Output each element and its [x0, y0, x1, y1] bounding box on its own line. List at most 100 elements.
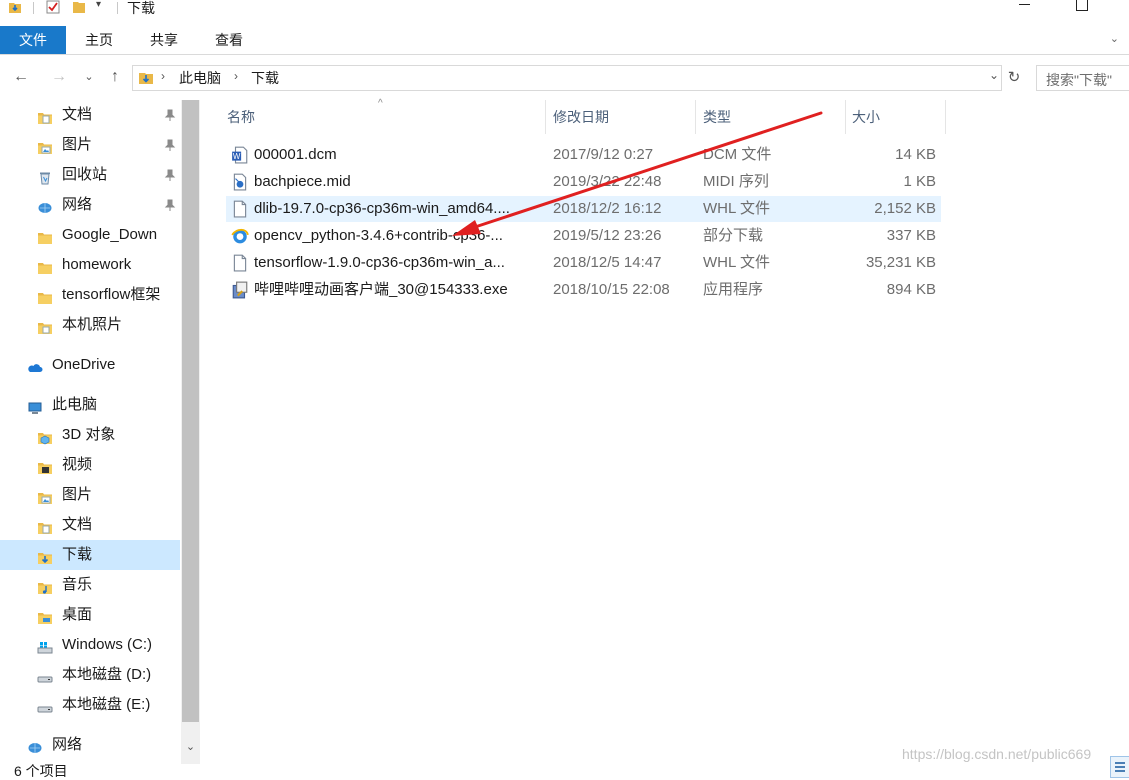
search-placeholder: 搜索"下载"	[1046, 72, 1112, 88]
column-header-size[interactable]: 大小	[852, 100, 880, 134]
new-folder-icon[interactable]	[72, 0, 86, 14]
column-divider[interactable]	[945, 100, 946, 134]
maximize-icon	[1076, 0, 1088, 11]
photos-folder-icon	[37, 317, 52, 334]
sidebar-item[interactable]: 桌面	[0, 600, 180, 630]
tab-home[interactable]: 主页	[70, 26, 128, 54]
sidebar-item[interactable]: 3D 对象	[0, 420, 180, 450]
file-name: dlib-19.7.0-cp36-cp36m-win_amd64....	[254, 200, 510, 217]
pin-icon[interactable]	[164, 190, 176, 220]
file-row[interactable]: bachpiece.mid 2019/3/22 22:48 MIDI 序列 1 KB	[226, 169, 941, 195]
recent-locations-button[interactable]: ⌄	[80, 66, 98, 88]
file-name: bachpiece.mid	[254, 173, 351, 190]
navigation-pane: 文档 图片 回收站 网络 Google_Down homework tensorflow框架…	[0, 100, 200, 764]
sidebar-item[interactable]: Google_Down	[0, 220, 180, 250]
file-name: 哔哩哔哩动画客户端_30@154333.exe	[254, 281, 508, 298]
column-header-type[interactable]: 类型	[703, 100, 731, 134]
sidebar-item[interactable]: 音乐	[0, 570, 180, 600]
pin-icon[interactable]	[164, 100, 176, 130]
breadcrumb-chevron-icon: ›	[161, 69, 165, 83]
sidebar-item[interactable]: 文档	[0, 510, 180, 540]
title-bar: ▾ 下载	[0, 0, 1129, 20]
details-view-icon	[1115, 762, 1125, 764]
sidebar-item[interactable]: Windows (C:)	[0, 630, 180, 660]
sidebar-item[interactable]: 视频	[0, 450, 180, 480]
sidebar-item[interactable]: 回收站	[0, 160, 180, 190]
sidebar-item-label: 图片	[62, 136, 93, 153]
file-row[interactable]: tensorflow-1.9.0-cp36-cp36m-win_a... 2018…	[226, 250, 941, 276]
properties-check-icon[interactable]	[46, 0, 60, 14]
column-header-date[interactable]: 修改日期	[553, 100, 609, 134]
this-pc-icon	[27, 397, 42, 414]
file-row[interactable]: dlib-19.7.0-cp36-cp36m-win_amd64.... 2018…	[226, 196, 941, 222]
breadcrumb-this-pc[interactable]: 此电脑	[179, 68, 221, 88]
toolbar-separator	[33, 2, 34, 14]
tab-share[interactable]: 共享	[136, 26, 192, 54]
downloads-folder-icon[interactable]	[8, 0, 22, 14]
file-size: 337 KB	[886, 227, 936, 244]
column-divider[interactable]	[545, 100, 546, 134]
pin-icon[interactable]	[164, 160, 176, 190]
column-divider[interactable]	[695, 100, 696, 134]
file-modified-date: 2018/10/15 22:08	[553, 281, 670, 298]
tab-view[interactable]: 查看	[200, 26, 258, 54]
sidebar-item[interactable]: homework	[0, 250, 180, 280]
minimize-icon	[1019, 4, 1030, 5]
up-button[interactable]: ↑	[104, 66, 126, 88]
sidebar-item[interactable]: 图片	[0, 130, 180, 160]
tab-file[interactable]: 文件	[0, 26, 66, 54]
file-row[interactable]: opencv_python-3.4.6+contrib-cp36-... 2019…	[226, 223, 941, 249]
sidebar-item-label: 网络	[52, 736, 83, 753]
sidebar-item[interactable]: OneDrive	[0, 350, 180, 380]
sidebar-item[interactable]: 本地磁盘 (D:)	[0, 660, 180, 690]
breadcrumb-downloads[interactable]: 下载	[251, 68, 279, 88]
sidebar-item[interactable]: 网络	[0, 190, 180, 220]
file-size: 14 KB	[895, 146, 936, 163]
file-list: ^ 名称 修改日期 类型 大小 W 000001.dcm 2017/9/12 0:2…	[220, 98, 1129, 764]
sidebar-item-label: 网络	[62, 196, 93, 213]
column-divider[interactable]	[845, 100, 846, 134]
chevron-down-icon: ⌄	[84, 71, 94, 83]
scrollbar-thumb[interactable]	[182, 100, 199, 722]
sidebar-item[interactable]: 文档	[0, 100, 180, 130]
sidebar-item-label: 本地磁盘 (D:)	[62, 666, 152, 683]
column-header-name[interactable]: 名称	[227, 100, 255, 134]
forward-button[interactable]: →	[46, 66, 72, 88]
downloads-folder-icon	[139, 73, 153, 84]
ie-partial-download-icon	[231, 227, 249, 245]
sidebar-item[interactable]: 网络	[0, 730, 180, 760]
file-row[interactable]: W 000001.dcm 2017/9/12 0:27 DCM 文件 14 KB	[226, 142, 941, 168]
expand-ribbon-icon[interactable]: ⌄	[1110, 32, 1119, 45]
window-title: 下载	[127, 0, 155, 16]
address-history-dropdown-icon[interactable]: ⌄	[989, 68, 999, 82]
search-box[interactable]: 搜索"下载"	[1036, 65, 1129, 91]
address-bar[interactable]: › 此电脑 › 下载 ⌄	[132, 65, 1002, 91]
item-count: 6 个项目	[14, 763, 68, 779]
sidebar-scrollbar[interactable]: ⌄	[181, 100, 200, 764]
details-view-button[interactable]	[1110, 756, 1129, 778]
customize-toolbar-dropdown-icon[interactable]: ▾	[96, 0, 101, 10]
back-button[interactable]: ←	[8, 66, 34, 88]
maximize-button[interactable]	[1060, 0, 1104, 18]
file-size: 2,152 KB	[874, 200, 936, 217]
sidebar-item[interactable]: 下载	[0, 540, 180, 570]
refresh-icon: ↻	[1007, 69, 1021, 86]
refresh-button[interactable]: ↻	[1004, 68, 1024, 88]
pin-icon[interactable]	[164, 130, 176, 160]
sidebar-item-label: OneDrive	[52, 356, 116, 373]
file-row[interactable]: 哔哩哔哩动画客户端_30@154333.exe 2018/10/15 22:08 应…	[226, 277, 941, 303]
breadcrumb-chevron-icon: ›	[234, 69, 238, 83]
sidebar-item[interactable]: tensorflow框架	[0, 280, 180, 310]
pictures-folder-icon	[37, 137, 52, 154]
sidebar-item[interactable]: 此电脑	[0, 390, 180, 420]
sidebar-item-label: 下载	[62, 546, 93, 563]
sidebar-item[interactable]: 本机照片	[0, 310, 180, 340]
sidebar-item-label: 图片	[62, 486, 93, 503]
sidebar-item[interactable]: 本地磁盘 (E:)	[0, 690, 180, 720]
minimize-button[interactable]	[1002, 0, 1046, 18]
file-size: 1 KB	[903, 173, 936, 190]
file-type: WHL 文件	[703, 200, 770, 217]
documents-folder-icon	[37, 107, 52, 124]
sidebar-item[interactable]: 图片	[0, 480, 180, 510]
scroll-down-arrow-icon[interactable]: ⌄	[181, 740, 200, 758]
